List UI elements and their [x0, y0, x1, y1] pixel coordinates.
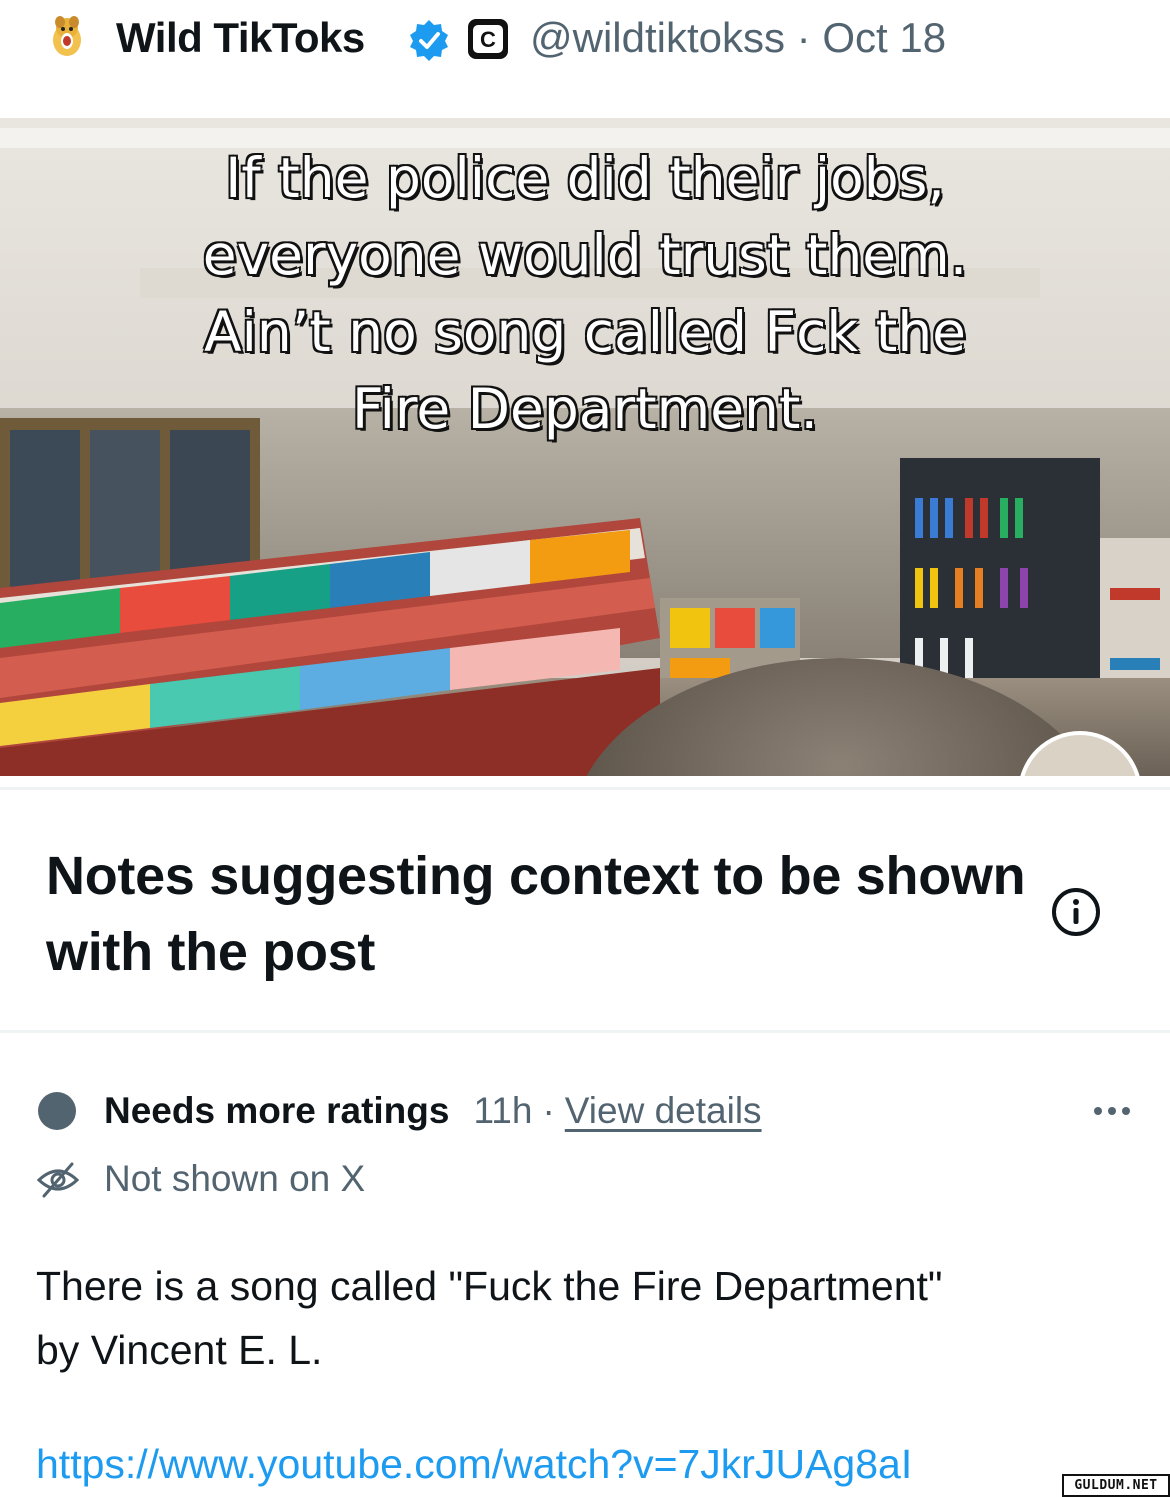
note-age: 11h — [473, 1090, 533, 1131]
divider — [0, 1030, 1170, 1033]
caption-line: If the police did their jobs, — [224, 145, 946, 211]
verified-badge-icon — [410, 20, 448, 61]
caption-line: everyone would trust them. — [202, 222, 968, 288]
divider — [0, 787, 1170, 790]
notes-section-title: Notes suggesting context to be shown wit… — [46, 846, 1026, 982]
caption-line: Fire Department. — [351, 376, 819, 442]
handle-and-date[interactable]: @wildtiktokss · Oct 18 — [530, 10, 946, 66]
dog-avatar-icon[interactable] — [50, 14, 84, 58]
post-header: Wild TikToks C @wildtiktokss · Oct 18 — [0, 0, 1170, 80]
visibility-status: Not shown on X — [104, 1158, 366, 1199]
affiliate-badge-letter: C — [480, 27, 496, 52]
note-text-line: by Vincent E. L. — [36, 1327, 323, 1373]
note-status-row: Needs more ratings 11h · View details — [104, 1084, 762, 1138]
more-options-icon[interactable] — [1090, 1096, 1134, 1126]
view-details-link[interactable]: View details — [565, 1090, 762, 1132]
note-text: There is a song called "Fuck the Fire De… — [36, 1254, 1136, 1382]
note-text-line: There is a song called "Fuck the Fire De… — [36, 1263, 943, 1309]
post-image[interactable]: If the police did their jobs, everyone w… — [0, 118, 1170, 776]
meme-caption: If the police did their jobs, everyone w… — [0, 140, 1170, 448]
display-name[interactable]: Wild TikToks — [116, 10, 365, 66]
affiliate-badge[interactable]: C — [468, 19, 508, 59]
status-dot — [38, 1092, 76, 1130]
site-watermark: GULDUM.NET — [1062, 1474, 1170, 1497]
affiliate-logo-icon: C — [473, 25, 503, 53]
source-link[interactable]: https://www.youtube.com/watch?v=7JkrJUAg… — [36, 1436, 912, 1492]
eye-slash-icon — [36, 1162, 80, 1198]
caption-line: Ain’t no song called Fck the — [203, 299, 967, 365]
info-circle-icon[interactable] — [1050, 886, 1102, 938]
separator-dot: · — [542, 1090, 555, 1131]
note-status: Needs more ratings — [104, 1090, 450, 1131]
